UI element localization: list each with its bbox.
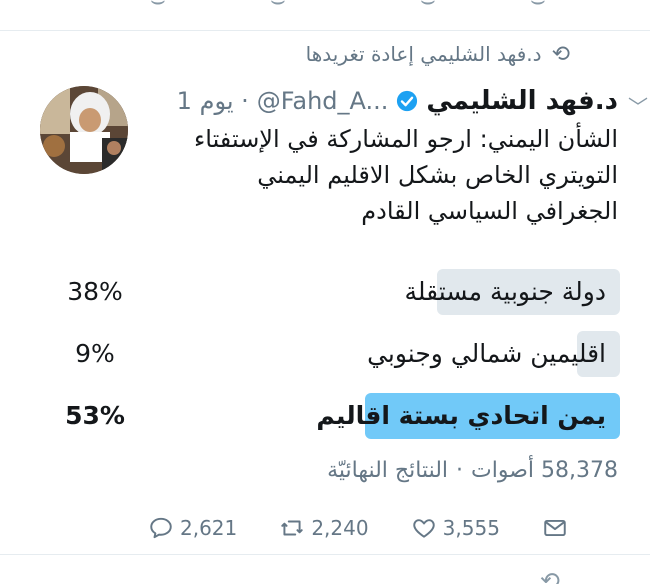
poll-votes: 58,378 أصوات bbox=[471, 458, 618, 483]
poll-option-percent: 38% bbox=[67, 277, 123, 306]
poll: دولة جنوبية مستقلة 38% اقليمين شمالي وجنوب… bbox=[65, 269, 620, 455]
envelope-icon bbox=[544, 519, 566, 537]
tweet-text-line: الشأن اليمني: ارجو المشاركة في الإستفتاء bbox=[193, 125, 618, 153]
retweet-count: 2,240 bbox=[311, 516, 369, 540]
poll-option-percent: 9% bbox=[75, 339, 115, 368]
poll-option-label: دولة جنوبية مستقلة bbox=[404, 277, 606, 306]
author-name[interactable]: د.فهد الشليمي bbox=[426, 86, 618, 116]
retweet-context-text: د.فهد الشليمي إعادة تغريدها bbox=[305, 41, 542, 66]
retweet-icon: ⌣ bbox=[270, 0, 286, 14]
tweet-time[interactable]: 1 يوم · bbox=[177, 87, 249, 115]
reply-icon: ⌣ bbox=[150, 0, 166, 14]
reply-icon bbox=[150, 517, 172, 539]
message-icon: ⌣ bbox=[530, 0, 546, 14]
author-handle[interactable]: @Fahd_A... bbox=[257, 87, 389, 115]
tweet-card[interactable]: ⟲ د.فهد الشليمي إعادة تغريدها د.فهد الشل… bbox=[0, 31, 650, 554]
chevron-down-icon[interactable]: ﹀ bbox=[628, 91, 648, 120]
poll-option: يمن اتحادي بستة اقاليم 53% bbox=[65, 393, 620, 439]
avatar[interactable] bbox=[40, 86, 128, 174]
retweet-icon: ⟲ bbox=[551, 42, 570, 67]
poll-status: النتائج النهائيّة bbox=[327, 458, 449, 483]
like-icon bbox=[412, 519, 435, 538]
poll-option-percent: 53% bbox=[65, 401, 125, 430]
poll-option: دولة جنوبية مستقلة 38% bbox=[67, 269, 620, 315]
reply-count: 2,621 bbox=[180, 516, 238, 540]
like-count: 3,555 bbox=[442, 516, 500, 540]
next-tweet-strip: ⟲ ... bbox=[0, 554, 650, 584]
tweet-text: الشأن اليمني: ارجو المشاركة في الإستفتاء… bbox=[138, 121, 618, 229]
like-button[interactable]: 3,555 bbox=[411, 515, 500, 541]
tweet-header: د.فهد الشليمي @Fahd_A... 1 يوم · bbox=[177, 84, 618, 118]
retweet-button[interactable]: 2,240 bbox=[279, 515, 369, 541]
tweet-actions: 2,621 2,240 3,555 bbox=[148, 513, 568, 543]
retweet-icon: ⟲ ... bbox=[509, 567, 560, 584]
poll-separator: · bbox=[456, 458, 464, 483]
poll-option-label: اقليمين شمالي وجنوبي bbox=[367, 339, 606, 368]
poll-option-label: يمن اتحادي بستة اقاليم bbox=[316, 401, 606, 430]
like-icon: ⌣ bbox=[420, 0, 436, 14]
tweet-text-line: الجغرافي السياسي القادم bbox=[361, 197, 618, 225]
previous-tweet-strip: ⌣ ⌣ ⌣ ⌣ bbox=[0, 0, 650, 31]
reply-button[interactable]: 2,621 bbox=[148, 515, 237, 541]
tweet-text-line: التويتري الخاص بشكل الاقليم اليمني bbox=[257, 161, 618, 189]
poll-option: اقليمين شمالي وجنوبي 9% bbox=[75, 331, 620, 377]
verified-icon bbox=[397, 90, 418, 112]
poll-footer: 58,378 أصوات · النتائج النهائيّة bbox=[327, 458, 618, 483]
direct-message-button[interactable] bbox=[542, 515, 568, 541]
retweet-icon bbox=[281, 520, 304, 536]
retweet-context[interactable]: ⟲ د.فهد الشليمي إعادة تغريدها bbox=[305, 41, 570, 68]
